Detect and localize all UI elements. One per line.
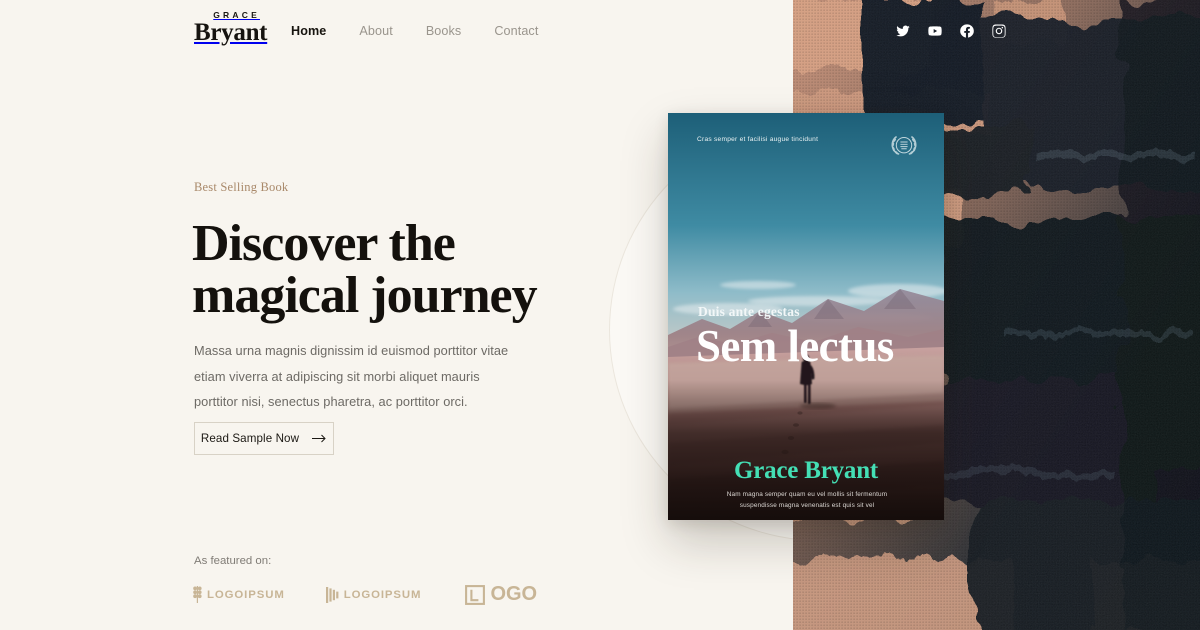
nav-item-books[interactable]: Books: [426, 24, 462, 38]
hero-description: Massa urna magnis dignissim id euismod p…: [194, 343, 509, 410]
featured-logo-2-word: LOGOIPSUM: [343, 588, 422, 601]
featured-logo-3[interactable]: OGO: [465, 583, 537, 606]
book-kicker-text: Cras semper et facilisi augue tincidunt: [697, 136, 819, 143]
featured-logo-1[interactable]: LOGOIPSUM: [193, 586, 285, 603]
featured-logo-row: LOGOIPSUM LOGOIPSUM OGO: [193, 583, 537, 606]
landing-page: GRACE Bryant Home About Books Contact Be…: [0, 0, 1200, 630]
headline-line-2: magical journey: [192, 267, 538, 324]
youtube-icon[interactable]: [927, 23, 943, 39]
stripes-mark-icon: [325, 586, 339, 603]
main-navigation: Home About Books Contact: [291, 24, 538, 38]
book-subtitle: Duis ante egestas: [698, 304, 800, 319]
nav-item-about[interactable]: About: [359, 24, 392, 38]
arrow-right-icon: [312, 434, 327, 443]
headline-line-1: Discover the: [192, 215, 456, 272]
nav-item-contact[interactable]: Contact: [494, 24, 538, 38]
twitter-icon[interactable]: [895, 23, 911, 39]
featured-logo-2[interactable]: LOGOIPSUM: [325, 586, 422, 603]
square-mark-icon: [465, 584, 486, 605]
hero-eyebrow: Best Selling Book: [194, 180, 289, 194]
book-cover[interactable]: Cras semper et facilisi augue tincidunt: [668, 113, 944, 520]
laurel-award-badge-icon: [886, 130, 922, 164]
read-sample-button[interactable]: Read Sample Now: [194, 422, 334, 455]
site-header: GRACE Bryant Home About Books Contact: [0, 0, 1200, 62]
book-title: Sem lectus: [696, 321, 894, 371]
wheat-mark-icon: [193, 586, 202, 603]
book-author-name: Grace Bryant: [733, 457, 879, 484]
book-blurb-text: Nam magna semper quam eu vel mollis sit …: [726, 491, 888, 510]
facebook-icon[interactable]: [959, 23, 975, 39]
brand-logo-name: Bryant: [194, 18, 268, 46]
page-title: Discover the magical journey: [192, 218, 612, 322]
instagram-icon[interactable]: [991, 23, 1007, 39]
read-sample-button-label: Read Sample Now: [200, 432, 300, 445]
social-links: [895, 23, 1007, 39]
nav-item-home[interactable]: Home: [291, 24, 326, 38]
featured-logo-3-word: OGO: [490, 583, 538, 605]
brand-logo[interactable]: GRACE Bryant: [194, 11, 268, 46]
featured-on-label: As featured on:: [194, 555, 272, 567]
featured-logo-1-word: LOGOIPSUM: [207, 588, 285, 601]
